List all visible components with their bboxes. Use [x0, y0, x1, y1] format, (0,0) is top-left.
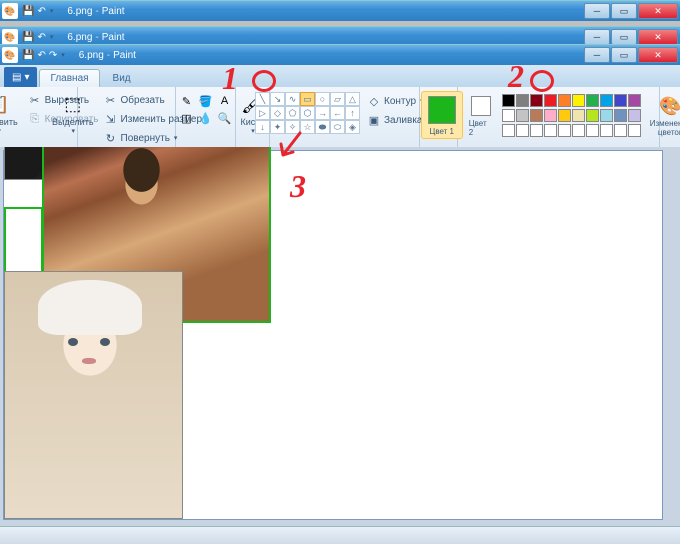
canvas-viewport[interactable] [0, 147, 680, 526]
swatch[interactable] [516, 109, 529, 122]
edit-colors-button[interactable]: 🎨 Изменение цветов [645, 91, 680, 140]
swatch[interactable] [600, 109, 613, 122]
shape-rectangle-selected: ▭ [300, 92, 315, 106]
swatch[interactable] [614, 109, 627, 122]
maximize-button[interactable]: ▭ [611, 3, 637, 19]
swatch[interactable] [558, 94, 571, 107]
swatch[interactable] [502, 109, 515, 122]
palette-row1[interactable] [502, 94, 641, 107]
swatch-empty[interactable] [572, 124, 585, 137]
qat-more[interactable]: ▾ [50, 33, 54, 41]
resize-icon: ⇲ [104, 112, 118, 126]
close-button[interactable]: ✕ [638, 29, 678, 45]
swatch[interactable] [544, 94, 557, 107]
swatch[interactable] [502, 94, 515, 107]
swatch-empty[interactable] [600, 124, 613, 137]
canvas[interactable] [3, 150, 663, 520]
swatch-empty[interactable] [516, 124, 529, 137]
title-filename: 6.png [79, 50, 104, 61]
color2-button[interactable]: Цвет 2 [464, 91, 498, 140]
swatch[interactable] [586, 94, 599, 107]
qat-redo[interactable]: ↷ [49, 50, 57, 61]
title-app: Paint [113, 50, 136, 61]
swatch[interactable] [530, 109, 543, 122]
close-button[interactable]: ✕ [638, 3, 678, 19]
swatch[interactable] [628, 94, 641, 107]
picker-tool[interactable]: 💧 [197, 110, 215, 126]
swatch[interactable] [600, 94, 613, 107]
minimize-button[interactable]: ─ [584, 47, 610, 63]
crop-icon: ✂ [104, 93, 118, 107]
swatch-empty[interactable] [544, 124, 557, 137]
rotate-icon: ↻ [104, 131, 118, 145]
swatch-empty[interactable] [558, 124, 571, 137]
color2-swatch [471, 96, 491, 116]
app-icon: 🎨 [2, 3, 18, 19]
swatch[interactable] [628, 109, 641, 122]
qat-undo[interactable]: ↶ [37, 6, 45, 17]
zoom-tool[interactable]: 🔍 [216, 110, 234, 126]
qat-save[interactable]: 💾 [22, 6, 34, 17]
pencil-tool[interactable]: ✎ [178, 93, 196, 109]
minimize-button[interactable]: ─ [584, 29, 610, 45]
shapes-gallery[interactable]: ╲↘∿▭○▱△ ▷◇⬠⬡→←↑ ↓✦✧☆⬬⬭◈ [255, 92, 360, 134]
edit-colors-icon: 🎨 [659, 94, 680, 118]
photo-baby[interactable] [4, 271, 183, 519]
tab-home[interactable]: Главная [39, 69, 99, 87]
color1-swatch [428, 96, 456, 124]
palette-row2[interactable] [502, 109, 641, 122]
title-filename: 6.png [67, 6, 92, 17]
swatch-empty[interactable] [628, 124, 641, 137]
swatch-empty[interactable] [502, 124, 515, 137]
swatch[interactable] [586, 109, 599, 122]
titlebar-bg1: 🎨 💾 ↶ ▾ 6.png - Paint ─ ▭ ✕ [0, 0, 680, 21]
select-button[interactable]: ⬚ Выделить ▾ [47, 89, 99, 138]
ribbon-tabs: ▤▾ Главная Вид [0, 65, 680, 87]
swatch[interactable] [614, 94, 627, 107]
qat-more[interactable]: ▾ [61, 51, 65, 59]
swatch[interactable] [572, 109, 585, 122]
fill-tool[interactable]: 🪣 [197, 93, 215, 109]
swatch[interactable] [530, 94, 543, 107]
close-button[interactable]: ✕ [638, 47, 678, 63]
titlebar-main[interactable]: 🎨 💾 ↶ ↷ ▾ 6.png - Paint ─ ▭ ✕ [0, 44, 680, 65]
cut-icon: ✂ [28, 93, 42, 107]
maximize-button[interactable]: ▭ [611, 29, 637, 45]
file-menu-button[interactable]: ▤▾ [4, 67, 37, 87]
swatch-empty[interactable] [614, 124, 627, 137]
select-icon: ⬚ [61, 92, 85, 116]
color1-button[interactable]: Цвет 1 [421, 91, 463, 139]
qat-save[interactable]: 💾 [22, 50, 34, 61]
qat-undo[interactable]: ↶ [37, 32, 45, 43]
swatch-empty[interactable] [530, 124, 543, 137]
swatch-empty[interactable] [586, 124, 599, 137]
outline-icon: ◇ [367, 94, 381, 108]
maximize-button[interactable]: ▭ [611, 47, 637, 63]
paste-button[interactable]: 📋 Вставить ▾ [0, 89, 23, 138]
app-icon: 🎨 [2, 47, 18, 63]
app-icon: 🎨 [2, 29, 18, 45]
copy-icon: ⎘ [28, 112, 42, 126]
qat-save[interactable]: 💾 [22, 32, 34, 43]
text-tool[interactable]: A [216, 93, 234, 109]
eraser-tool[interactable]: ◫ [178, 110, 196, 126]
paste-icon: 📋 [0, 92, 11, 116]
swatch[interactable] [558, 109, 571, 122]
palette-row3[interactable] [502, 124, 641, 137]
qat-more[interactable]: ▾ [50, 7, 54, 15]
fill-icon: ▣ [367, 113, 381, 127]
swatch[interactable] [516, 94, 529, 107]
qat-undo[interactable]: ↶ [37, 50, 45, 61]
swatch[interactable] [572, 94, 585, 107]
title-app: Paint [102, 6, 125, 17]
minimize-button[interactable]: ─ [584, 3, 610, 19]
statusbar [0, 526, 680, 544]
tab-view[interactable]: Вид [102, 69, 142, 87]
swatch[interactable] [544, 109, 557, 122]
